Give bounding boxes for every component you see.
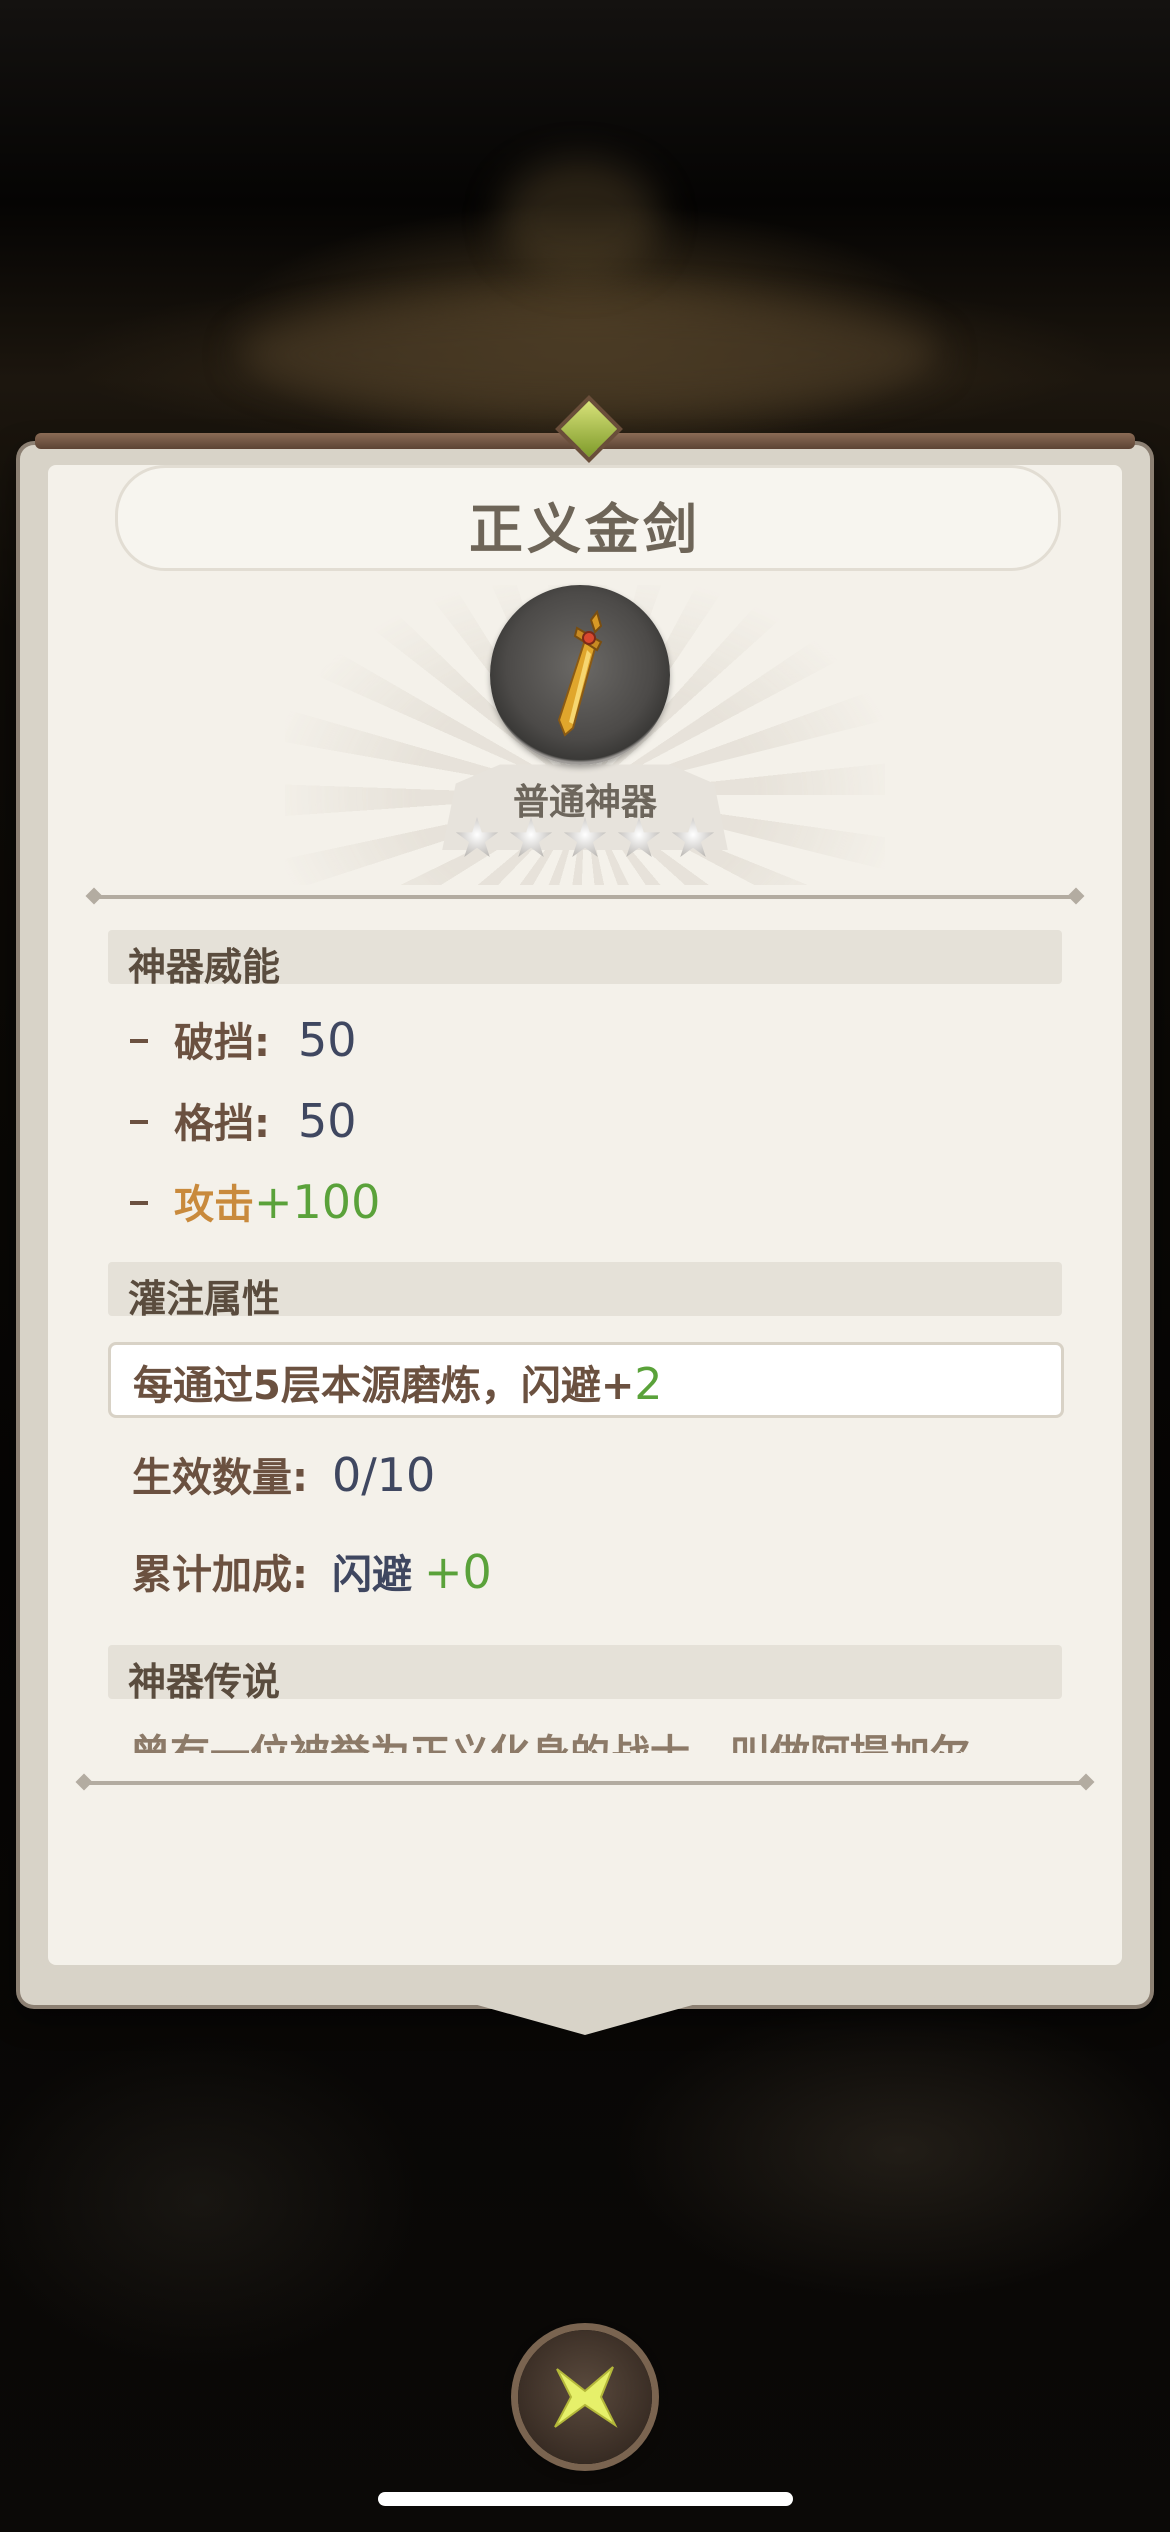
stat-label: 格挡: — [174, 1101, 270, 1147]
star-icon — [455, 817, 499, 858]
divider-bottom — [82, 1781, 1088, 1785]
active-count-row: 生效数量: 0/10 — [132, 1445, 435, 1503]
stat-row-attack: 攻击+100 — [130, 1172, 380, 1232]
total-bonus-stat: 闪避 — [332, 1552, 412, 1598]
section-header-lore: 神器传说 — [108, 1645, 1062, 1704]
star-icon — [563, 817, 607, 858]
lore-text-scroll[interactable]: 曾有一位被誉为正义化身的战士，叫做阿提加尔 — [130, 1723, 1050, 1753]
infuse-effect-text: 每通过5层本源磨炼，闪避+2 — [133, 1353, 662, 1411]
home-indicator[interactable] — [378, 2492, 793, 2506]
star-icon — [617, 817, 661, 858]
stat-value: 50 — [298, 1013, 357, 1067]
star-rating — [20, 817, 1150, 865]
total-bonus-label: 累计加成: — [132, 1552, 308, 1598]
effect-value: 2 — [634, 1359, 663, 1410]
artifact-detail-screen: 正义金剑 普通神器 神器威能 破挡: 50 格挡: 50 攻击+100 灌注属性… — [0, 0, 1170, 2532]
close-button[interactable] — [518, 2330, 652, 2464]
infuse-effect-box: 每通过5层本源磨炼，闪避+2 — [108, 1342, 1064, 1418]
close-x-icon — [554, 2366, 618, 2428]
section-title: 神器威能 — [128, 945, 281, 989]
divider-top — [92, 895, 1078, 899]
dash-icon — [130, 1120, 148, 1124]
dash-icon — [130, 1201, 148, 1205]
stat-value: 50 — [298, 1094, 357, 1148]
stat-row-break: 破挡: 50 — [130, 1010, 357, 1070]
active-count-value: 0/10 — [332, 1448, 436, 1502]
section-header-power: 神器威能 — [108, 930, 1062, 989]
effect-text: 每通过5层本源磨炼，闪避+ — [133, 1363, 635, 1409]
dash-icon — [130, 1039, 148, 1043]
lore-text: 曾有一位被誉为正义化身的战士，叫做阿提加尔 — [130, 1729, 1050, 1753]
artifact-title: 正义金剑 — [469, 498, 701, 561]
background-glow — [240, 300, 940, 410]
total-bonus-value: +0 — [424, 1545, 492, 1599]
active-count-label: 生效数量: — [132, 1455, 308, 1501]
background-glow — [500, 160, 660, 280]
stat-value: +100 — [254, 1175, 381, 1229]
golden-sword-icon — [557, 610, 603, 737]
star-icon — [509, 817, 553, 858]
stat-row-block: 格挡: 50 — [130, 1091, 357, 1151]
artifact-card: 正义金剑 普通神器 神器威能 破挡: 50 格挡: 50 攻击+100 灌注属性… — [20, 395, 1150, 2035]
section-header-infuse: 灌注属性 — [108, 1262, 1062, 1321]
section-title: 神器传说 — [128, 1660, 281, 1704]
section-title: 灌注属性 — [128, 1277, 281, 1321]
stat-label: 破挡: — [174, 1020, 270, 1066]
stat-label: 攻击 — [174, 1182, 254, 1228]
total-bonus-row: 累计加成: 闪避 +0 — [132, 1542, 492, 1600]
star-icon — [671, 817, 715, 858]
